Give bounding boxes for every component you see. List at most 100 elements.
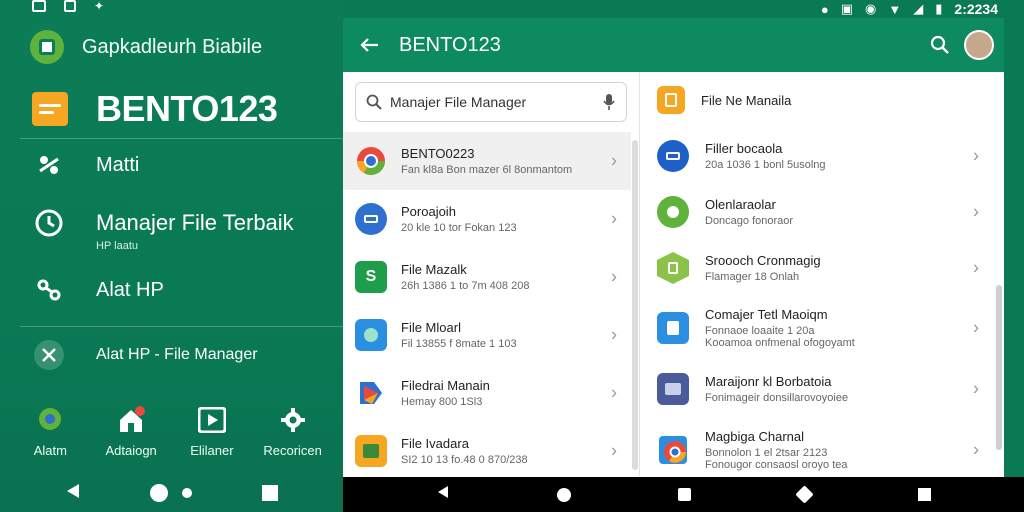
status-time: 2:2234 [954, 1, 998, 17]
chevron-right-icon: › [611, 208, 617, 229]
square-icon[interactable] [917, 488, 931, 501]
item-title: File Ivadara [401, 436, 469, 451]
list-item[interactable]: Olenlaraolar Doncago fonoraor › [641, 184, 993, 240]
vibrate-icon: ▣ [840, 1, 854, 16]
document-icon [657, 86, 685, 114]
tab-alatm[interactable]: Alatm [10, 405, 90, 458]
item-title: Comajer Tetl Maoiqm [705, 307, 828, 322]
item-subtitle: 20a 1036 1 bonl 5usolng [705, 159, 826, 171]
list-item[interactable]: File Ivadara SI2 10 13 fo.48 0 870/238 › [343, 422, 631, 480]
file-clock-icon [355, 319, 387, 351]
card-icon [355, 203, 387, 235]
list-item[interactable]: Maraijonr kl Borbatoia Fonimageir donsill… [641, 360, 993, 418]
folder-icon [657, 373, 689, 405]
image-icon [64, 0, 76, 12]
list-item[interactable]: Comajer Tetl Maoiqm Fonnaoe loaaite 1 20a… [641, 296, 993, 360]
divider [20, 138, 343, 139]
item-title: BENTO0223 [401, 146, 475, 161]
tablet-icon [657, 252, 689, 284]
status-bar: ● ▣ ◉ ▼ ◢ ▮ 2:2234 [343, 0, 1024, 18]
menu-list-icon [32, 92, 68, 126]
brand-name: BENTO123 [96, 88, 278, 129]
search-input[interactable] [390, 94, 594, 110]
list-item[interactable]: File Mloarl Fil 13855 f 8mate 1 103 › [343, 306, 631, 364]
recents-nav-icon[interactable] [262, 485, 279, 501]
home-icon [116, 405, 146, 435]
doc-settings-icon [657, 312, 689, 344]
window-edge [1004, 18, 1024, 478]
list-item[interactable]: Magbiga Charnal Bonnolon 1 el 2tsar 2123 … [641, 418, 993, 482]
search-bar[interactable] [355, 82, 627, 122]
tab-elilaner[interactable]: Elilaner [172, 405, 252, 458]
item-subtitle: Doncago fonoraor [705, 215, 794, 227]
tag-icon[interactable] [795, 485, 814, 504]
drawer-item-label: Manajer File Terbaik [96, 210, 294, 235]
list-item[interactable]: Filedrai Manain Hemay 800 1Sl3 › [343, 364, 631, 422]
chrome-icon [657, 434, 689, 466]
result-list: BENTO0223 Fan kl8a Bon mazer 6l 8onmantom… [343, 132, 631, 480]
drawer-item-label: Alat HP [96, 278, 164, 301]
item-subtitle: Fonimageir donsillarovoyoiee [705, 392, 849, 404]
tab-recoricen[interactable]: Recoricen [253, 405, 333, 458]
chevron-right-icon: › [973, 317, 979, 338]
search-icon [366, 94, 382, 110]
chevron-right-icon: › [611, 324, 617, 345]
app-logo-icon [30, 30, 64, 64]
navigation-drawer: ✦ Gapkadleurh Biabile BENTO123 Matti Man… [0, 0, 343, 512]
tab-label: Adtaiogn [105, 443, 157, 458]
list-item[interactable]: BENTO0223 Fan kl8a Bon mazer 6l 8onmantom… [343, 132, 631, 190]
chrome-like-icon [355, 145, 387, 177]
microphone-icon[interactable] [602, 93, 616, 111]
drawer-item-manajer[interactable]: Manajer File Terbaik HP laatu [34, 208, 294, 252]
tools-circle-icon [34, 340, 64, 370]
scrollbar[interactable] [632, 140, 638, 470]
drawer-status-bar: ✦ [32, 0, 104, 14]
recents-nav-icon[interactable] [677, 488, 691, 501]
list-item[interactable]: Poroajoih 20 kle 10 tor Fokan 123 › [343, 190, 631, 248]
tab-adtaiogn[interactable]: Adtaiogn [91, 405, 171, 458]
list-item[interactable]: File Ne Manaila [641, 72, 993, 128]
drawer-item-alat-hp[interactable]: Alat HP [34, 275, 164, 305]
scrollbar[interactable] [996, 285, 1002, 450]
android-icon [657, 196, 689, 228]
item-title: File Mloarl [401, 320, 461, 335]
item-subtitle: SI2 10 13 fo.48 0 870/238 [401, 454, 528, 466]
file-list: File Ne Manaila Filler bocaola 20a 1036 1… [641, 72, 993, 482]
search-icon[interactable] [916, 35, 964, 55]
list-item[interactable]: Filler bocaola 20a 1036 1 bonl 5usolng › [641, 128, 993, 184]
clock-icon [34, 208, 64, 238]
file-list-pane: File Ne Manaila Filler bocaola 20a 1036 1… [641, 72, 1004, 476]
drawer-item-matti[interactable]: Matti [34, 150, 139, 180]
back-arrow-icon[interactable] [343, 37, 395, 53]
card-icon [657, 140, 689, 172]
file-chart-icon [355, 435, 387, 467]
sync-icon: ◉ [865, 1, 877, 16]
back-nav-icon[interactable] [436, 485, 450, 504]
divider [20, 326, 343, 327]
item-title: Maraijonr kl Borbatoia [705, 374, 832, 389]
home-nav-icon[interactable] [150, 484, 193, 502]
battery-icon: ▮ [935, 1, 943, 16]
list-item[interactable]: S File Mazalk 26h 1386 1 to 7m 408 208 › [343, 248, 631, 306]
back-nav-icon[interactable] [65, 483, 81, 504]
brand-row[interactable]: BENTO123 [32, 88, 278, 130]
chat-bubble-icon [35, 405, 65, 435]
item-subtitle: 20 kle 10 tor Fokan 123 [401, 222, 517, 234]
chevron-right-icon: › [973, 257, 979, 278]
tab-label: Alatm [33, 443, 67, 458]
item-subtitle: Fil 13855 f 8mate 1 103 [401, 338, 517, 350]
tab-label: Recoricen [263, 443, 322, 458]
chevron-right-icon: › [973, 439, 979, 460]
system-nav-bar-left [0, 474, 343, 512]
drawer-item-alat-hp-file-manager[interactable]: Alat HP - File Manager [34, 340, 258, 370]
chevron-right-icon: › [611, 382, 617, 403]
avatar[interactable] [964, 30, 994, 60]
item-subtitle: Bonnolon 1 el 2tsar 2123 Fonougor consao… [705, 447, 848, 471]
system-nav-bar [343, 477, 1024, 512]
bottom-tab-bar: Alatm Adtaiogn Elilaner Recoricen [0, 405, 343, 458]
item-title: Filler bocaola [705, 141, 783, 156]
list-item[interactable]: Sroooch Cronmagig Flamager 18 Onlah › [641, 240, 993, 296]
share-icon: ✦ [94, 0, 105, 13]
drawer-header: Gapkadleurh Biabile [30, 30, 262, 64]
home-nav-icon[interactable] [557, 487, 572, 502]
